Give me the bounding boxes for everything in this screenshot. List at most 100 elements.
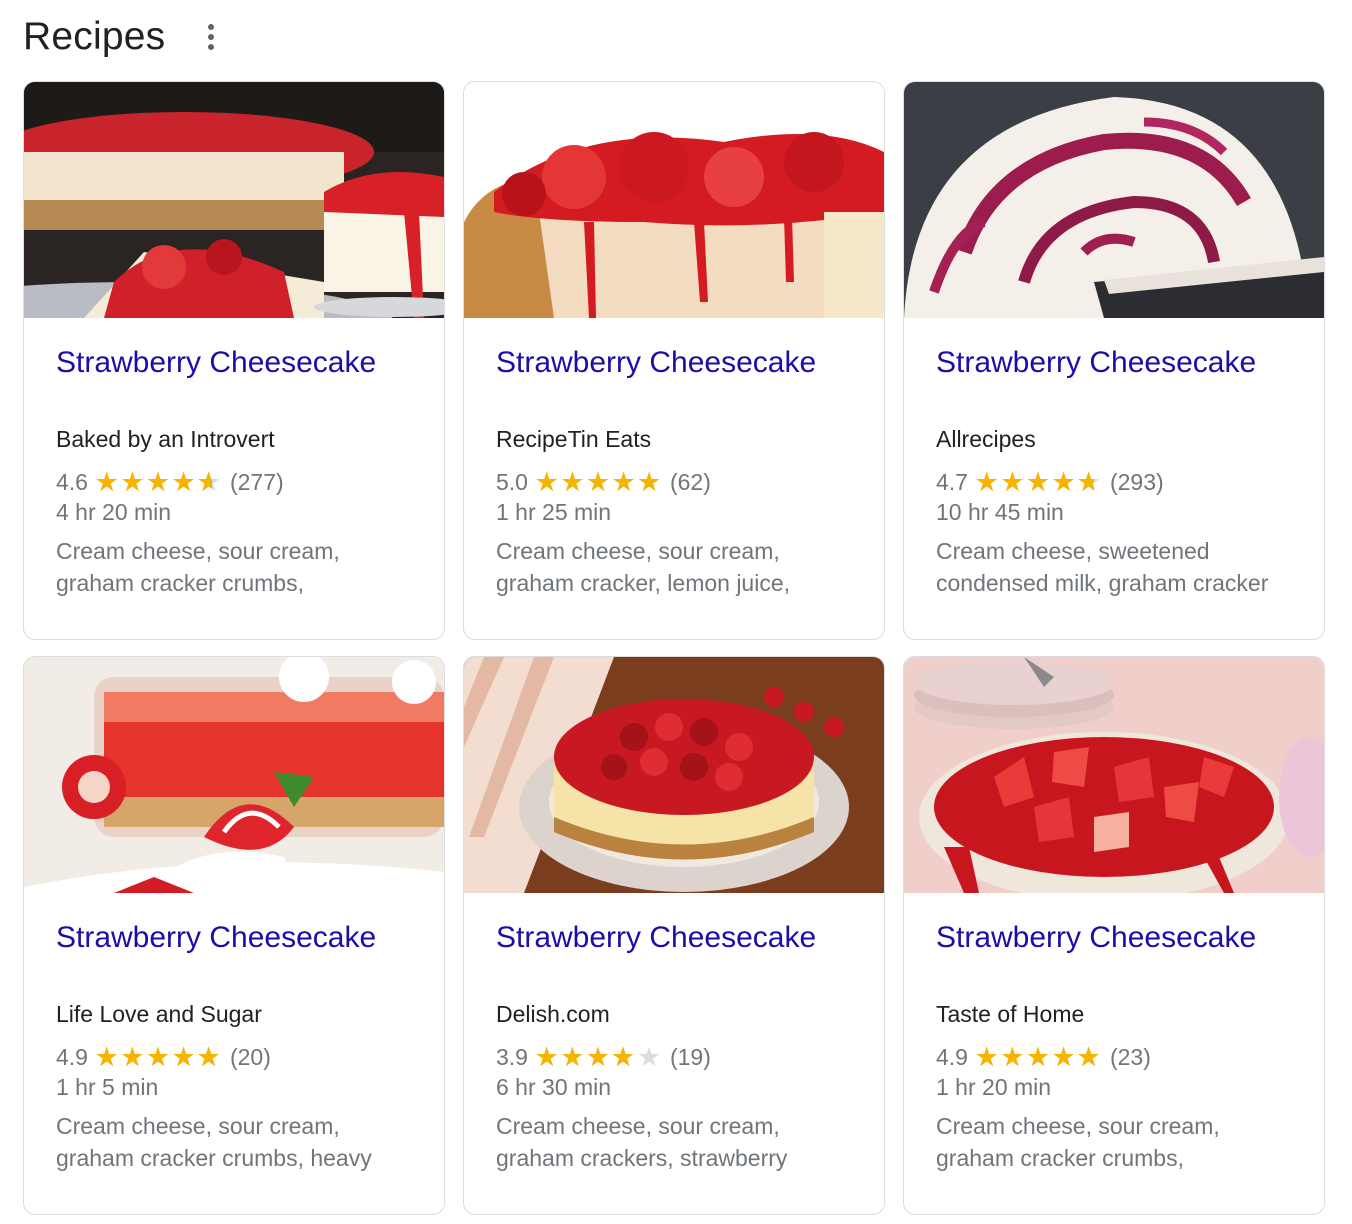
- ingredients-line: Cream cheese, sour cream,: [56, 538, 340, 564]
- ingredients-line: Cream cheese, sweetened: [936, 538, 1210, 564]
- recipe-card[interactable]: Strawberry Cheesecake Baked by an Introv…: [23, 81, 445, 640]
- review-count: (19): [669, 1044, 711, 1070]
- star-icon: ★★: [585, 1042, 611, 1072]
- cook-time: 6 hr 30 min: [496, 1074, 612, 1100]
- rating-value: 4.6: [56, 469, 88, 495]
- review-count: (23): [1109, 1044, 1151, 1070]
- rating-row: 4.7 ★★★★★★★★★★ (293): [936, 467, 1292, 497]
- recipe-source: Delish.com: [496, 1001, 610, 1027]
- rating-row: 4.9 ★ ★ ★ ★ ★ ★ ★ ★ ★ ★ (23): [936, 1042, 1292, 1072]
- recipe-card[interactable]: Strawberry Cheesecake Delish.com 3.9 ★ ★ ★…: [463, 656, 885, 1215]
- star-rating-icon: ★★★★★★★★★★: [974, 467, 1102, 497]
- star-icon: ★★: [610, 1042, 636, 1072]
- ingredients: Cream cheese, sweetened condensed milk, …: [936, 535, 1292, 599]
- recipe-image[interactable]: [24, 657, 444, 893]
- cook-time: 10 hr 45 min: [936, 499, 1064, 525]
- review-count: (277): [229, 469, 284, 495]
- recipe-source: RecipeTin Eats: [496, 426, 652, 452]
- ingredients-line: Cream cheese, sour cream,: [496, 1113, 780, 1139]
- ingredients-line: graham cracker, lemon juice,: [496, 570, 791, 596]
- star-icon: ★★: [1000, 467, 1025, 497]
- rating-value: 4.9: [56, 1044, 88, 1070]
- rating-value: 4.9: [936, 1044, 968, 1070]
- ingredients: Cream cheese, sour cream, graham cracker…: [56, 1110, 412, 1174]
- star-rating-icon: ★★★★★★★★★★: [534, 1042, 662, 1072]
- ingredients-line: Cream cheese, sour cream,: [56, 1113, 340, 1139]
- cook-time: 4 hr 20 min: [56, 499, 172, 525]
- recipe-card[interactable]: Strawberry Cheesecake RecipeTin Eats 5.0…: [463, 81, 885, 640]
- star-icon: ★★: [1051, 1042, 1076, 1072]
- ingredients-line: graham cracker crumbs,: [936, 1145, 1184, 1171]
- star-icon: ★★: [637, 1042, 662, 1072]
- star-icon: ★★: [611, 467, 636, 497]
- star-icon: ★★: [534, 467, 559, 497]
- cook-time: 1 hr 20 min: [936, 1074, 1052, 1100]
- recipe-source: Allrecipes: [936, 426, 1036, 452]
- star-icon: ★★: [1025, 1042, 1051, 1072]
- star-icon: ★★: [1076, 1042, 1102, 1072]
- star-icon: ★★: [196, 1042, 222, 1072]
- recipe-title-link[interactable]: Strawberry Cheesecake: [56, 919, 412, 957]
- ingredients-line: condensed milk, graham cracker: [936, 570, 1269, 596]
- star-rating-icon: ★★★★★★★★★★: [974, 1042, 1102, 1072]
- recipe-title-link[interactable]: Strawberry Cheesecake: [496, 919, 852, 957]
- rating-row: 4.6 ★★★★★★★★★★ (277): [56, 467, 412, 497]
- star-icon: ★★: [1000, 1042, 1025, 1072]
- cook-time: 1 hr 5 min: [56, 1074, 159, 1100]
- star-icon: ★★: [534, 1042, 559, 1072]
- recipe-card[interactable]: Strawberry Cheesecake Allrecipes 4.7 ★ ★ ★…: [903, 81, 1325, 640]
- star-icon: ★★: [560, 1042, 585, 1072]
- recipe-card[interactable]: Strawberry Cheesecake Taste of Home 4.9 …: [903, 656, 1325, 1215]
- star-icon: ★★: [585, 467, 611, 497]
- recipe-image[interactable]: [464, 657, 884, 893]
- recipe-source: Baked by an Introvert: [56, 426, 275, 452]
- rating-row: 5.0 ★ ★ ★ ★ ★ ★ ★ ★ ★ ★ (62): [496, 467, 852, 497]
- recipe-image[interactable]: [24, 82, 444, 318]
- star-icon: ★★: [145, 467, 171, 497]
- rating-value: 3.9: [496, 1044, 528, 1070]
- ingredients: Cream cheese, sour cream, graham cracker…: [496, 1110, 852, 1174]
- star-icon: ★★: [94, 1042, 119, 1072]
- ingredients: Cream cheese, sour cream, graham cracker…: [936, 1110, 1292, 1174]
- ingredients-line: Cream cheese, sour cream,: [936, 1113, 1220, 1139]
- ingredients-line: graham cracker crumbs, heavy: [56, 1145, 372, 1171]
- recipe-image[interactable]: [904, 657, 1324, 893]
- star-icon: ★★: [120, 467, 145, 497]
- recipe-image[interactable]: [904, 82, 1324, 318]
- rating-value: 4.7: [936, 469, 968, 495]
- recipe-title-link[interactable]: Strawberry Cheesecake: [936, 919, 1292, 957]
- star-rating-icon: ★★★★★★★★★★: [534, 467, 662, 497]
- recipe-grid: Strawberry Cheesecake Baked by an Introv…: [23, 81, 1325, 1215]
- section-title: Recipes: [23, 15, 166, 58]
- rating-value: 5.0: [496, 469, 528, 495]
- star-icon: ★★: [1025, 467, 1051, 497]
- recipe-title-link[interactable]: Strawberry Cheesecake: [496, 344, 852, 382]
- star-icon: ★★: [196, 467, 222, 497]
- star-icon: ★★: [145, 1042, 171, 1072]
- star-icon: ★★: [974, 1042, 999, 1072]
- star-icon: ★★: [974, 467, 999, 497]
- ingredients-line: graham crackers, strawberry: [496, 1145, 788, 1171]
- star-rating-icon: ★★★★★★★★★★: [94, 467, 222, 497]
- cook-time: 1 hr 25 min: [496, 499, 612, 525]
- star-icon: ★★: [1051, 467, 1076, 497]
- star-icon: ★★: [637, 467, 662, 497]
- recipe-source: Life Love and Sugar: [56, 1001, 262, 1027]
- recipe-card[interactable]: Strawberry Cheesecake Life Love and Suga…: [23, 656, 445, 1215]
- rating-row: 3.9 ★★★★★★★★★★ (19): [496, 1042, 852, 1072]
- rating-row: 4.9 ★ ★ ★ ★ ★ ★ ★ ★ ★ ★ (20): [56, 1042, 412, 1072]
- recipe-image[interactable]: [464, 82, 884, 318]
- recipe-title-link[interactable]: Strawberry Cheesecake: [936, 344, 1292, 382]
- more-options-icon[interactable]: [199, 17, 223, 57]
- recipe-title-link[interactable]: Strawberry Cheesecake: [56, 344, 412, 382]
- ingredients: Cream cheese, sour cream, graham cracker…: [496, 535, 852, 599]
- ingredients-line: Cream cheese, sour cream,: [496, 538, 780, 564]
- star-icon: ★★: [94, 467, 119, 497]
- review-count: (293): [1109, 469, 1164, 495]
- star-icon: ★★: [560, 467, 585, 497]
- section-header: Recipes: [23, 12, 223, 62]
- star-icon: ★★: [1076, 467, 1102, 497]
- star-icon: ★★: [171, 1042, 196, 1072]
- review-count: (20): [229, 1044, 271, 1070]
- ingredients-line: graham cracker crumbs,: [56, 570, 304, 596]
